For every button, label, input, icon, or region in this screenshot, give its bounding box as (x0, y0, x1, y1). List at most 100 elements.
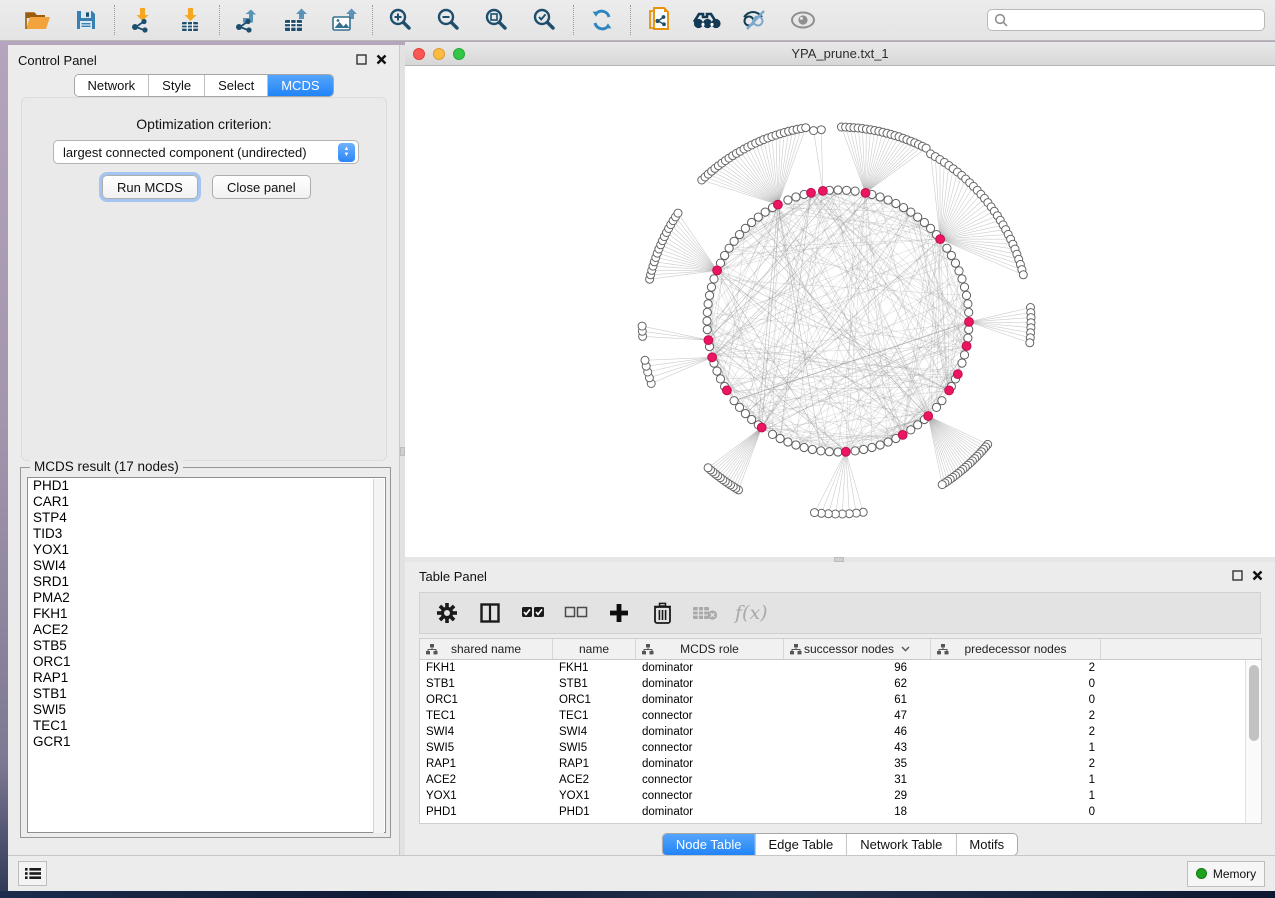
tab-network[interactable]: Network (74, 75, 148, 96)
table-row[interactable]: STB1STB1dominator620 (420, 676, 1245, 692)
column-header-successor-nodes[interactable]: successor nodes (784, 639, 931, 659)
export-network-icon[interactable] (233, 5, 263, 35)
mcds-result-item[interactable]: TEC1 (28, 718, 385, 734)
add-column-icon[interactable] (606, 600, 632, 626)
mcds-result-item[interactable]: STB1 (28, 686, 385, 702)
mcds-result-item[interactable]: SRD1 (28, 574, 385, 590)
table-row[interactable]: RAP1RAP1dominator352 (420, 756, 1245, 772)
table-settings-gear-icon[interactable] (434, 600, 460, 626)
delete-column-trash-icon[interactable] (649, 600, 675, 626)
mcds-tab-content: Optimization criterion: largest connecte… (21, 97, 387, 461)
table-row[interactable]: ORC1ORC1dominator610 (420, 692, 1245, 708)
tab-node-table[interactable]: Node Table (663, 834, 755, 855)
mcds-result-item[interactable]: RAP1 (28, 670, 385, 686)
memory-button[interactable]: Memory (1187, 861, 1265, 887)
desktop-wallpaper-left (0, 41, 8, 891)
zoom-in-icon[interactable] (386, 5, 416, 35)
table-scrollbar-thumb[interactable] (1249, 665, 1259, 741)
open-folder-icon[interactable] (23, 5, 53, 35)
table-row[interactable]: SWI4SWI4dominator462 (420, 724, 1245, 740)
tab-edge-table[interactable]: Edge Table (754, 834, 846, 855)
cell-successor-nodes: 29 (784, 788, 931, 804)
tab-network-table[interactable]: Network Table (846, 834, 955, 855)
tab-style[interactable]: Style (148, 75, 204, 96)
network-view-canvas[interactable] (405, 66, 1275, 557)
table-row[interactable]: YOX1YOX1connector291 (420, 788, 1245, 804)
cell-shared-name: PHD1 (420, 804, 553, 820)
mcds-result-item[interactable]: GCR1 (28, 734, 385, 750)
cell-mcds-role: connector (636, 740, 784, 756)
function-builder-icon: f(x) (735, 602, 768, 624)
cell-shared-name: RAP1 (420, 756, 553, 772)
cell-mcds-role: dominator (636, 804, 784, 820)
close-panel-button[interactable]: Close panel (212, 175, 311, 199)
zoom-fit-icon[interactable] (482, 5, 512, 35)
close-panel-icon[interactable] (1252, 570, 1263, 581)
search-network-icon[interactable] (692, 5, 722, 35)
cell-successor-nodes: 62 (784, 676, 931, 692)
cell-predecessor-nodes: 2 (931, 724, 1101, 740)
mcds-result-item[interactable]: PMA2 (28, 590, 385, 606)
export-table-icon[interactable] (281, 5, 311, 35)
mcds-result-item[interactable]: TID3 (28, 526, 385, 542)
network-window-title: YPA_prune.txt_1 (405, 46, 1275, 61)
cell-mcds-role: connector (636, 708, 784, 724)
search-box[interactable] (987, 9, 1265, 31)
share-document-icon[interactable] (644, 5, 674, 35)
run-mcds-button[interactable]: Run MCDS (102, 175, 198, 199)
main-toolbar (0, 0, 1275, 41)
hide-details-icon[interactable] (740, 5, 770, 35)
network-graph[interactable] (405, 66, 1275, 557)
column-header-shared-name[interactable]: shared name (420, 639, 553, 659)
table-scrollbar[interactable] (1245, 660, 1261, 823)
save-icon[interactable] (71, 5, 101, 35)
table-row[interactable]: TEC1TEC1connector472 (420, 708, 1245, 724)
mcds-result-list[interactable]: PHD1CAR1STP4TID3YOX1SWI4SRD1PMA2FKH1ACE2… (27, 477, 386, 833)
mcds-result-item[interactable]: FKH1 (28, 606, 385, 622)
mcds-result-item[interactable]: SWI5 (28, 702, 385, 718)
optimization-criterion-select[interactable]: largest connected component (undirected)… (53, 140, 359, 164)
table-row[interactable]: ACE2ACE2connector311 (420, 772, 1245, 788)
cell-mcds-role: dominator (636, 724, 784, 740)
cell-successor-nodes: 61 (784, 692, 931, 708)
result-list-scrollbar[interactable] (373, 479, 384, 833)
float-panel-icon[interactable] (1232, 570, 1243, 581)
control-panel-title: Control Panel (18, 53, 97, 68)
mcds-result-item[interactable]: STB5 (28, 638, 385, 654)
cell-predecessor-nodes: 0 (931, 692, 1101, 708)
search-input[interactable] (1013, 12, 1258, 28)
deselect-all-icon[interactable] (563, 600, 589, 626)
table-row[interactable]: FKH1FKH1dominator962 (420, 660, 1245, 676)
mcds-result-item[interactable]: CAR1 (28, 494, 385, 510)
mcds-result-item[interactable]: SWI4 (28, 558, 385, 574)
tab-select[interactable]: Select (204, 75, 267, 96)
cell-predecessor-nodes: 1 (931, 772, 1101, 788)
close-panel-icon[interactable] (376, 54, 387, 65)
select-all-icon[interactable] (520, 600, 546, 626)
mcds-result-item[interactable]: PHD1 (28, 478, 385, 494)
network-window-titlebar[interactable]: YPA_prune.txt_1 (405, 42, 1275, 66)
table-row[interactable]: SWI5SWI5connector431 (420, 740, 1245, 756)
zoom-selected-icon[interactable] (530, 5, 560, 35)
show-columns-icon[interactable] (477, 600, 503, 626)
column-header-name[interactable]: name (553, 639, 636, 659)
float-panel-icon[interactable] (356, 54, 367, 65)
cell-successor-nodes: 46 (784, 724, 931, 740)
mcds-result-item[interactable]: ORC1 (28, 654, 385, 670)
tab-mcds[interactable]: MCDS (267, 75, 332, 96)
import-network-icon[interactable] (128, 5, 158, 35)
tab-motifs[interactable]: Motifs (955, 834, 1017, 855)
mcds-result-item[interactable]: YOX1 (28, 542, 385, 558)
table-row[interactable]: PHD1PHD1dominator180 (420, 804, 1245, 820)
task-history-button[interactable] (18, 861, 47, 886)
export-image-icon[interactable] (329, 5, 359, 35)
refresh-icon[interactable] (587, 5, 617, 35)
import-table-icon[interactable] (176, 5, 206, 35)
column-header-predecessor-nodes[interactable]: predecessor nodes (931, 639, 1101, 659)
mcds-result-item[interactable]: STP4 (28, 510, 385, 526)
table-panel-tabs: Node TableEdge TableNetwork TableMotifs (662, 833, 1018, 856)
zoom-out-icon[interactable] (434, 5, 464, 35)
mcds-result-item[interactable]: ACE2 (28, 622, 385, 638)
optimization-criterion-value: largest connected component (undirected) (63, 145, 307, 160)
column-header-MCDS-role[interactable]: MCDS role (636, 639, 784, 659)
